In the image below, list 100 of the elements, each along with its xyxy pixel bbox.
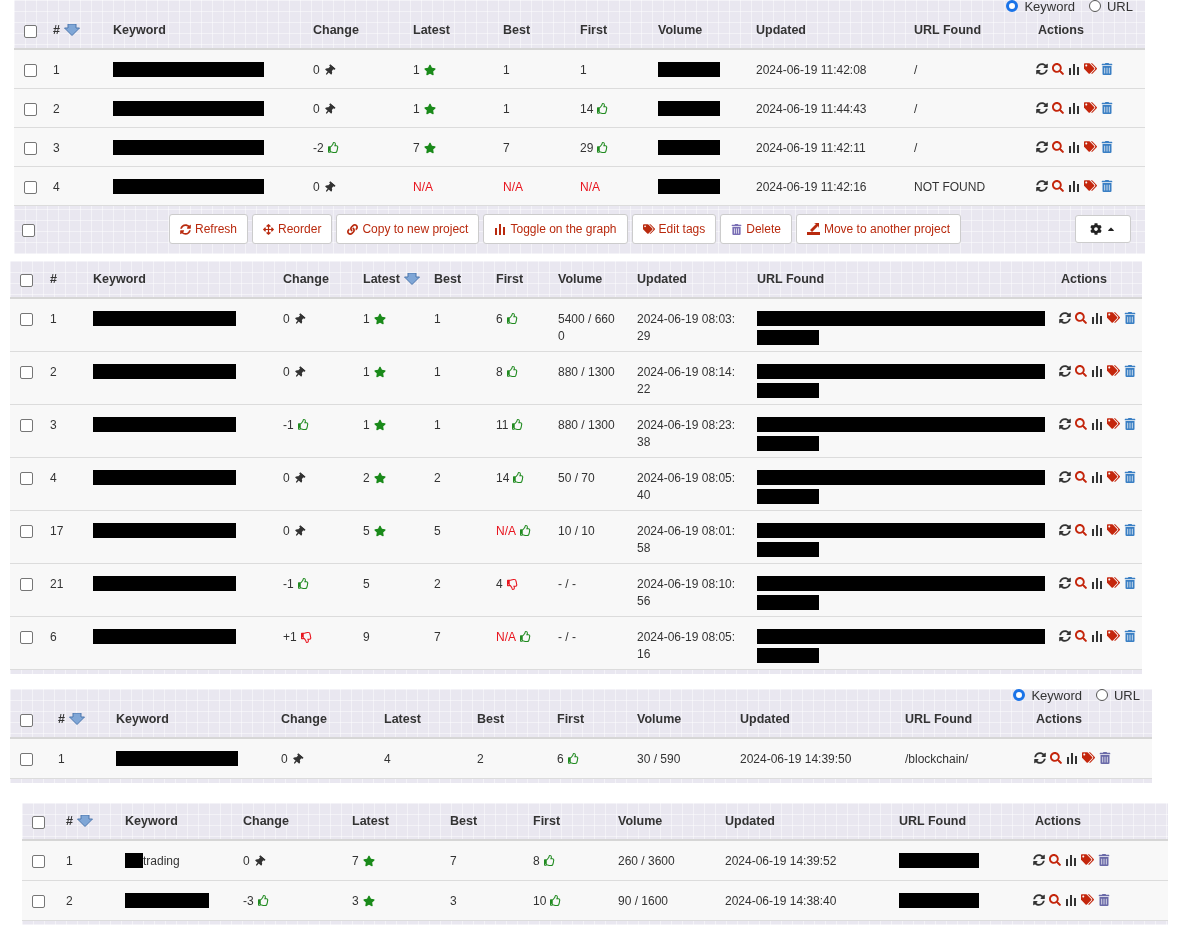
tags-icon[interactable] — [1107, 364, 1120, 377]
checkbox[interactable] — [20, 578, 33, 591]
checkbox[interactable] — [24, 181, 37, 194]
trash-icon[interactable] — [1124, 470, 1136, 483]
column-header[interactable]: Latest — [352, 814, 389, 828]
column-header[interactable]: Actions — [1036, 712, 1082, 726]
column-header[interactable]: Keyword — [93, 272, 146, 286]
trash-icon[interactable] — [1098, 893, 1110, 906]
checkbox[interactable] — [32, 855, 45, 868]
toolbar-button[interactable]: Refresh — [169, 214, 249, 244]
column-header[interactable]: Updated — [740, 712, 790, 726]
column-header[interactable]: Volume — [558, 272, 603, 286]
checkbox[interactable] — [20, 753, 33, 766]
search-icon[interactable] — [1075, 523, 1087, 536]
search-icon[interactable] — [1075, 364, 1087, 377]
trash-icon[interactable] — [1098, 853, 1110, 866]
trash-icon[interactable] — [1124, 364, 1136, 377]
checkbox[interactable] — [32, 815, 45, 829]
refresh-icon[interactable] — [1036, 101, 1048, 114]
checkbox[interactable] — [24, 24, 37, 38]
sort-down-icon[interactable] — [63, 24, 80, 36]
column-header[interactable]: URL Found — [899, 814, 967, 828]
sort-down-icon[interactable] — [76, 815, 93, 827]
trash-icon[interactable] — [1099, 751, 1111, 764]
trash-icon[interactable] — [1124, 523, 1136, 536]
sort-down-icon[interactable] — [68, 713, 85, 725]
checkbox[interactable] — [24, 103, 37, 116]
search-icon[interactable] — [1052, 140, 1064, 153]
column-header[interactable]: Volume — [637, 712, 682, 726]
refresh-icon[interactable] — [1033, 853, 1045, 866]
column-header[interactable]: Change — [243, 814, 289, 828]
column-header[interactable]: Keyword — [113, 23, 166, 37]
refresh-icon[interactable] — [1034, 751, 1046, 764]
tags-icon[interactable] — [1107, 576, 1120, 589]
settings-button[interactable] — [1075, 215, 1131, 243]
refresh-icon[interactable] — [1059, 311, 1071, 324]
column-header[interactable]: Updated — [637, 272, 687, 286]
tags-icon[interactable] — [1107, 470, 1120, 483]
checkbox[interactable] — [20, 313, 33, 326]
toolbar-button[interactable]: Reorder — [252, 214, 333, 244]
checkbox[interactable] — [22, 223, 35, 237]
column-header[interactable]: Actions — [1038, 23, 1084, 37]
column-header[interactable]: URL Found — [914, 23, 982, 37]
column-header[interactable]: Best — [450, 814, 478, 828]
tags-icon[interactable] — [1107, 523, 1120, 536]
toolbar-button[interactable]: Toggle on the graph — [483, 214, 628, 244]
search-icon[interactable] — [1075, 311, 1087, 324]
trash-icon[interactable] — [1101, 140, 1113, 153]
tags-icon[interactable] — [1107, 417, 1120, 430]
refresh-icon[interactable] — [1036, 179, 1048, 192]
toolbar-button[interactable]: Delete — [720, 214, 792, 244]
search-icon[interactable] — [1049, 853, 1061, 866]
radio-option[interactable]: URL — [1096, 687, 1140, 703]
search-icon[interactable] — [1075, 629, 1087, 642]
refresh-icon[interactable] — [1059, 364, 1071, 377]
checkbox[interactable] — [24, 64, 37, 77]
refresh-icon[interactable] — [1059, 417, 1071, 430]
column-header[interactable]: First — [533, 814, 561, 828]
column-header[interactable]: Latest — [363, 272, 400, 286]
checkbox[interactable] — [20, 525, 33, 538]
trash-icon[interactable] — [1124, 629, 1136, 642]
checkbox[interactable] — [20, 713, 33, 727]
column-header[interactable]: Keyword — [125, 814, 178, 828]
column-header[interactable]: Keyword — [116, 712, 169, 726]
column-header[interactable]: # — [53, 23, 60, 37]
column-header[interactable]: # — [50, 272, 57, 286]
column-header[interactable]: First — [496, 272, 524, 286]
checkbox[interactable] — [20, 366, 33, 379]
trash-icon[interactable] — [1124, 417, 1136, 430]
search-icon[interactable] — [1052, 179, 1064, 192]
checkbox[interactable] — [20, 631, 33, 644]
search-icon[interactable] — [1075, 417, 1087, 430]
tags-icon[interactable] — [1081, 893, 1094, 906]
column-header[interactable]: URL Found — [905, 712, 973, 726]
search-icon[interactable] — [1050, 751, 1062, 764]
toolbar-button[interactable]: Move to another project — [795, 214, 961, 244]
trash-icon[interactable] — [1124, 311, 1136, 324]
search-icon[interactable] — [1075, 576, 1087, 589]
refresh-icon[interactable] — [1059, 523, 1071, 536]
column-header[interactable]: Actions — [1061, 272, 1107, 286]
column-header[interactable]: Latest — [384, 712, 421, 726]
trash-icon[interactable] — [1101, 62, 1113, 75]
checkbox[interactable] — [20, 472, 33, 485]
tags-icon[interactable] — [1084, 101, 1097, 114]
column-header[interactable]: Updated — [756, 23, 806, 37]
sort-down-icon[interactable] — [403, 273, 420, 285]
column-header[interactable]: URL Found — [757, 272, 825, 286]
search-icon[interactable] — [1075, 470, 1087, 483]
checkbox[interactable] — [20, 419, 33, 432]
tags-icon[interactable] — [1081, 853, 1094, 866]
column-header[interactable]: Latest — [413, 23, 450, 37]
column-header[interactable]: First — [580, 23, 608, 37]
refresh-icon[interactable] — [1033, 893, 1045, 906]
search-icon[interactable] — [1049, 893, 1061, 906]
refresh-icon[interactable] — [1059, 576, 1071, 589]
refresh-icon[interactable] — [1036, 62, 1048, 75]
column-header[interactable]: Change — [281, 712, 327, 726]
column-header[interactable]: First — [557, 712, 585, 726]
radio-option[interactable]: Keyword — [1006, 0, 1075, 14]
tags-icon[interactable] — [1082, 751, 1095, 764]
